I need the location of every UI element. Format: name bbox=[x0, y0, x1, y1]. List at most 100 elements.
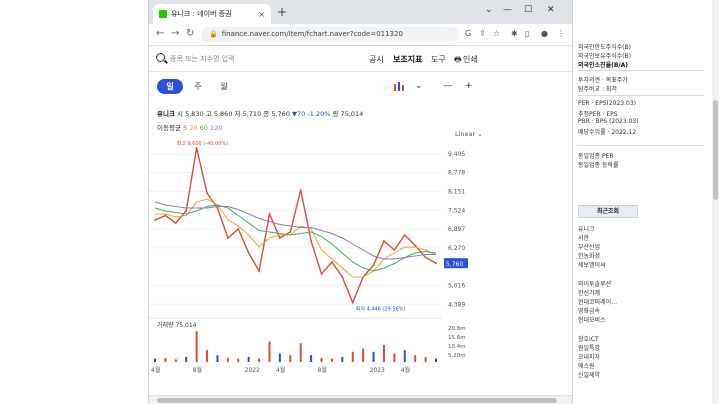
volume-bar bbox=[258, 358, 261, 362]
ma-label: 이동평균 bbox=[157, 124, 181, 132]
price-chart[interactable]: 9,405 8,778 8,151 7,524 6,897 6,270 5,016 4,389… bbox=[149, 140, 572, 385]
recent-item[interactable]: 부산산업 bbox=[578, 242, 600, 251]
volume-tick-label: 10.4m bbox=[448, 344, 466, 350]
ma-120[interactable]: 120 bbox=[210, 124, 222, 132]
y-tick-label: 6,270 bbox=[448, 245, 465, 252]
stock-search-input[interactable]: 종목 또는 지수명 입력 bbox=[170, 54, 235, 64]
recent-item[interactable]: 신일제약 bbox=[578, 370, 600, 379]
reload-icon[interactable]: ↻ bbox=[186, 27, 194, 41]
volume-tick-label: 5.20m bbox=[448, 353, 466, 359]
zoom-in-icon[interactable]: + bbox=[465, 81, 473, 91]
share-icon[interactable]: ⇪ bbox=[479, 29, 486, 38]
volume-bar bbox=[435, 358, 437, 362]
scale-mode-select[interactable]: Linear ⌄ bbox=[455, 130, 483, 138]
google-icon[interactable]: G bbox=[465, 29, 471, 38]
pbr-bps: PBR · BPS (2023.03) bbox=[578, 118, 639, 125]
volume-bar bbox=[185, 356, 188, 362]
maximize-button[interactable]: ☐ bbox=[524, 5, 532, 15]
data-point bbox=[226, 237, 229, 239]
recent-views-header[interactable]: 최근조회 bbox=[578, 205, 638, 218]
volume-bar bbox=[195, 331, 198, 362]
tab-search-icon[interactable]: ⌄ bbox=[485, 5, 493, 15]
new-tab-button[interactable]: + bbox=[277, 5, 287, 19]
high-value: 5,860 bbox=[213, 110, 233, 118]
ma-20[interactable]: 20 bbox=[189, 124, 197, 132]
period-weekly-button[interactable]: 주 bbox=[185, 79, 211, 94]
data-point bbox=[310, 240, 313, 242]
recent-item[interactable]: 세보엠이씨 bbox=[578, 260, 606, 269]
url-field[interactable]: 🔒 finance.naver.com/item/fchart.naver?cod… bbox=[201, 27, 459, 42]
y-tick-label: 7,524 bbox=[448, 207, 465, 214]
volume-label: 량 bbox=[332, 110, 339, 118]
volume-bar bbox=[278, 353, 281, 362]
data-point bbox=[247, 252, 250, 254]
high-annotation: 최고 9,600 (-40.00%) bbox=[177, 140, 229, 147]
volume-bar bbox=[403, 350, 406, 362]
tab-bar: 유니크 : 네이버 증권 × + ⌄ — ☐ ✕ bbox=[149, 0, 572, 24]
data-point bbox=[185, 210, 188, 212]
industry-per[interactable]: 동일업종 PER bbox=[578, 151, 614, 160]
volume-bar bbox=[320, 357, 323, 362]
stock-search-bar: 종목 또는 지수명 입력 공시 보조지표 도구 🖶 인쇄 bbox=[149, 46, 572, 72]
zoom-out-icon[interactable]: — bbox=[443, 81, 452, 91]
recent-item[interactable]: 원일특강 bbox=[578, 343, 600, 352]
recent-item[interactable]: 와이투솔루션 bbox=[578, 279, 611, 288]
recent-item[interactable]: 영화금속 bbox=[578, 306, 600, 315]
profile-avatar-icon[interactable]: ● bbox=[541, 29, 548, 38]
horizontal-scrollbar[interactable] bbox=[149, 395, 572, 404]
recent-item[interactable]: 창호ICT bbox=[578, 334, 599, 343]
naver-favicon-icon bbox=[159, 10, 167, 18]
menu-print[interactable]: 인쇄 bbox=[463, 54, 478, 65]
menu-icon[interactable]: ⋮ bbox=[557, 29, 565, 38]
volume-bar bbox=[237, 358, 240, 362]
volume-bar bbox=[372, 351, 375, 362]
recent-item[interactable]: 에스원 bbox=[578, 361, 595, 370]
scrollbar-thumb[interactable] bbox=[157, 398, 557, 403]
recent-item[interactable]: 유니크 bbox=[578, 224, 595, 233]
back-icon[interactable]: ← bbox=[156, 27, 164, 41]
divider bbox=[578, 145, 704, 146]
volume-bar bbox=[289, 355, 292, 362]
series-line-2 bbox=[154, 204, 437, 272]
data-point bbox=[195, 147, 198, 149]
ma-60[interactable]: 60 bbox=[200, 124, 208, 132]
volume-bar bbox=[351, 351, 354, 362]
bookmark-star-icon[interactable]: ☆ bbox=[493, 29, 500, 38]
minimize-button[interactable]: — bbox=[503, 5, 512, 15]
menu-disclosure[interactable]: 공시 bbox=[369, 54, 384, 65]
scrollbar-thumb[interactable] bbox=[713, 100, 718, 200]
recent-item[interactable]: 오내피자 bbox=[578, 352, 600, 361]
period-monthly-button[interactable]: 월 bbox=[211, 79, 237, 94]
print-icon[interactable]: 🖶 bbox=[454, 54, 462, 68]
close-window-button[interactable]: ✕ bbox=[547, 5, 555, 15]
recent-item[interactable]: 현대모비스 bbox=[578, 315, 606, 324]
candle-type-icon[interactable] bbox=[393, 81, 407, 93]
browser-tab[interactable]: 유니크 : 네이버 증권 × bbox=[153, 4, 271, 24]
volume-bar bbox=[247, 356, 250, 362]
ma-5[interactable]: 5 bbox=[183, 124, 187, 132]
data-point bbox=[331, 261, 333, 263]
x-tick-label: 4월 bbox=[151, 366, 160, 374]
tab-close-icon[interactable]: × bbox=[258, 10, 265, 19]
data-point bbox=[393, 249, 396, 251]
industry-change[interactable]: 동일업종 등락률 bbox=[578, 160, 619, 169]
data-point bbox=[351, 301, 354, 304]
recent-item[interactable]: 한농화성 bbox=[578, 251, 600, 260]
extensions-icon[interactable]: ✱ bbox=[511, 29, 518, 38]
recent-item[interactable]: 한신기계 bbox=[578, 288, 600, 297]
recent-item[interactable]: 서한 bbox=[578, 233, 589, 242]
sidepanel-icon[interactable]: ▯ bbox=[525, 29, 529, 38]
search-icon[interactable] bbox=[156, 53, 165, 62]
data-point bbox=[174, 222, 177, 224]
close-value: 5,760 bbox=[271, 110, 290, 118]
menu-indicators[interactable]: 보조지표 bbox=[393, 54, 422, 65]
menu-tools[interactable]: 도구 bbox=[431, 54, 446, 65]
high-label: 고 bbox=[205, 110, 212, 118]
recent-item[interactable]: 현대코퍼레이… bbox=[578, 297, 617, 306]
forward-icon[interactable]: → bbox=[171, 27, 179, 41]
chevron-down-icon[interactable]: ⌄ bbox=[415, 81, 423, 91]
data-point bbox=[372, 264, 375, 266]
volume-bar bbox=[226, 357, 229, 362]
vertical-scrollbar[interactable] bbox=[712, 0, 719, 404]
period-daily-button[interactable]: 일 bbox=[157, 79, 183, 94]
